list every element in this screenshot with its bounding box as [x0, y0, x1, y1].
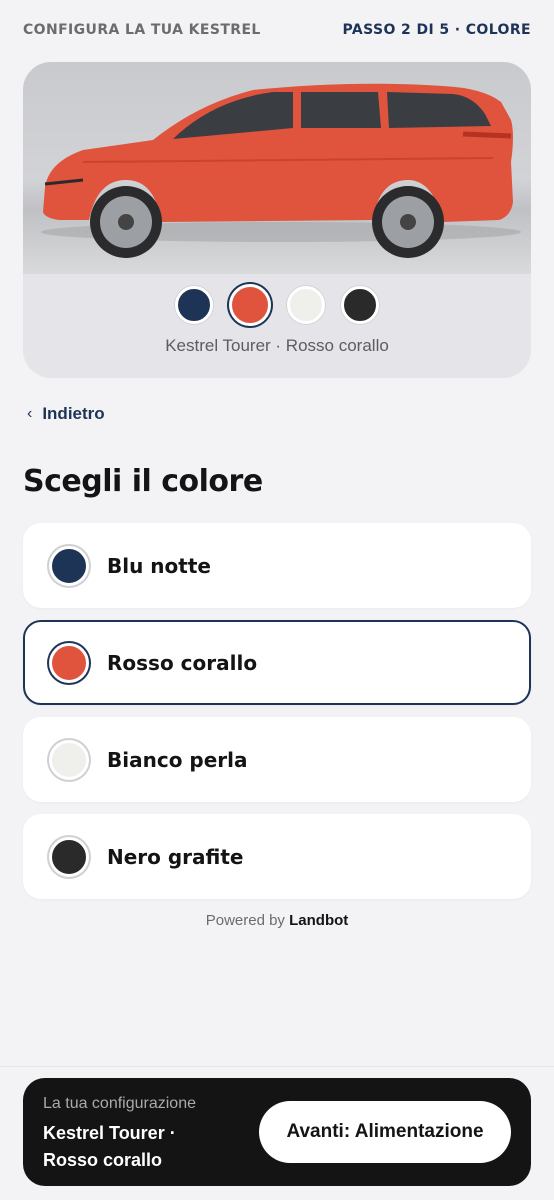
color-option-nero-grafite[interactable]: Nero grafite — [23, 814, 531, 899]
color-option-label: Nero grafite — [107, 844, 244, 869]
car-preview-card: Kestrel Tourer · Rosso corallo — [23, 62, 531, 378]
summary-kicker: La tua configurazione — [43, 1095, 196, 1112]
powered-by-brand-link[interactable]: Landbot — [289, 912, 348, 929]
swatch-bianco-perla[interactable] — [287, 286, 325, 324]
back-label: Indietro — [42, 404, 105, 423]
color-options-list: Blu notte Rosso corallo Bianco perla Ner… — [23, 523, 531, 911]
color-option-label: Bianco perla — [107, 747, 248, 772]
footer-divider — [0, 1066, 554, 1067]
car-side-icon — [41, 83, 521, 258]
color-dot — [49, 545, 89, 586]
swatch-nero-grafite[interactable] — [341, 286, 379, 324]
swatch-rosso-corallo[interactable] — [229, 284, 271, 326]
color-dot — [49, 739, 89, 780]
back-button[interactable]: ‹ Indietro — [27, 404, 105, 424]
color-option-blu-notte[interactable]: Blu notte — [23, 523, 531, 608]
step-indicator: PASSO 2 DI 5 · COLORE — [342, 22, 531, 38]
summary-model: Kestrel Tourer · Rosso corallo — [43, 1123, 176, 1170]
color-option-label: Blu notte — [107, 553, 211, 578]
chevron-left-icon: ‹ — [27, 405, 33, 422]
configuration-summary-bar: La tua configurazione Kestrel Tourer · R… — [23, 1078, 531, 1186]
color-option-label: Rosso corallo — [107, 650, 258, 675]
preview-caption: Kestrel Tourer · Rosso corallo — [165, 336, 389, 355]
configurator-title: CONFIGURA LA TUA KESTREL — [23, 22, 261, 38]
next-step-button[interactable]: Avanti: Alimentazione — [259, 1101, 511, 1163]
color-swatch-row — [23, 284, 531, 326]
page-title: Scegli il colore — [23, 464, 263, 499]
color-dot — [49, 836, 89, 877]
top-bar: CONFIGURA LA TUA KESTREL PASSO 2 DI 5 · … — [23, 22, 531, 38]
color-option-rosso-corallo[interactable]: Rosso corallo — [23, 620, 531, 705]
powered-by: Powered by Landbot — [0, 912, 554, 929]
swatch-blu-notte[interactable] — [175, 286, 213, 324]
powered-by-prefix: Powered by — [205, 912, 285, 929]
car-photo — [23, 62, 531, 274]
color-option-bianco-perla[interactable]: Bianco perla — [23, 717, 531, 802]
color-dot — [49, 642, 89, 683]
